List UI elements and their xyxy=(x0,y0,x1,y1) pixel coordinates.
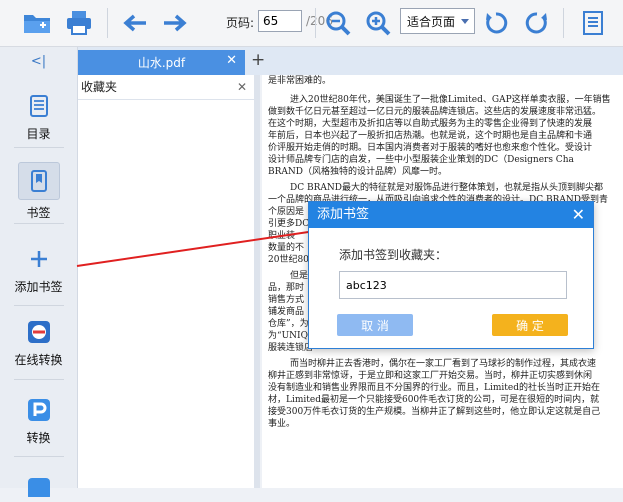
dialog-title: 添加书签 xyxy=(317,207,370,222)
zoom-mode-value: 适合页面 xyxy=(407,14,456,29)
sidebar-item-online-convert[interactable]: 在线转换 xyxy=(0,317,77,368)
page-label: 页码: xyxy=(226,16,255,30)
sidebar-item-bookmarks[interactable]: 书签 xyxy=(0,162,77,221)
document-line: 而当时柳井正去香港时，偶尔在一家工厂看到了马球衫的制作过程，其成衣速 xyxy=(290,359,597,369)
rotate-right-icon[interactable] xyxy=(522,8,552,38)
dialog-prompt: 添加书签到收藏夹： xyxy=(339,248,448,262)
favorites-header: 收藏夹 ✕ xyxy=(78,75,254,100)
left-sidebar: <| 目录 书签 添加书签 在线转换 转换 xyxy=(0,47,78,497)
back-arrow-icon[interactable] xyxy=(118,8,152,38)
document-line: 引更多DC xyxy=(268,219,310,229)
document-line: 仓库”，为 xyxy=(268,319,309,329)
sidebar-item-label: 转换 xyxy=(26,431,51,445)
toolbar-separator xyxy=(315,8,316,38)
document-line: 材，Limited最初是一个只能接受600件毛衣订货的公司，可是在很短的时间内，… xyxy=(268,395,600,405)
document-line: 进入20世纪80年代，美国诞生了一批像Limited、GAP这样单卖衣服，一年销… xyxy=(290,95,611,105)
document-line: 事业。 xyxy=(268,419,296,429)
sidebar-divider xyxy=(14,305,64,306)
convert-icon xyxy=(21,395,57,425)
open-folder-icon[interactable] xyxy=(20,8,54,38)
toolbar-separator xyxy=(563,8,564,38)
print-icon[interactable] xyxy=(62,8,96,38)
app-icon xyxy=(21,472,57,502)
document-line: 销售方式 xyxy=(268,295,305,305)
document-line: 在这个时期，大型超市及折扣店等以自助式服务为主的零售企业得到了快速的发展 xyxy=(268,119,593,129)
document-line: 做到数千亿日元甚至超过一亿日元的服装品牌连锁店。这些店的发展速度非常迅猛。 xyxy=(268,107,602,117)
ok-button[interactable]: 确 定 xyxy=(492,314,568,336)
add-bookmark-dialog: 添加书签 ✕ 添加书签到收藏夹： 取 消 确 定 xyxy=(308,201,594,349)
zoom-mode-select[interactable]: 适合页面 xyxy=(400,8,475,34)
sidebar-item-more[interactable] xyxy=(0,472,77,502)
document-line: 品，那时 xyxy=(268,283,305,293)
document-line: 职业装 xyxy=(268,231,296,241)
document-line: 铺发商品 xyxy=(268,307,305,317)
tab-bar: 山水.pdf ✕ + xyxy=(78,47,623,75)
bookmark-icon xyxy=(17,162,60,200)
document-view-icon[interactable] xyxy=(578,8,608,38)
document-line: 数量的不 xyxy=(268,243,305,253)
online-convert-icon xyxy=(21,317,57,347)
sidebar-divider xyxy=(14,147,64,148)
new-tab-button[interactable]: + xyxy=(251,50,265,70)
close-panel-icon[interactable]: ✕ xyxy=(237,75,247,99)
sidebar-item-label: 目录 xyxy=(26,127,51,141)
sidebar-item-add-bookmark[interactable]: 添加书签 xyxy=(0,244,77,295)
toolbar-separator xyxy=(107,8,108,38)
document-line: 个原因是 xyxy=(268,207,305,217)
sidebar-divider xyxy=(14,379,64,380)
zoom-out-icon[interactable] xyxy=(322,8,354,38)
tab-document[interactable]: 山水.pdf ✕ xyxy=(78,50,245,75)
toc-icon xyxy=(21,91,57,121)
page-number-input[interactable] xyxy=(258,10,302,32)
sidebar-item-label: 添加书签 xyxy=(14,280,63,294)
favorites-title: 收藏夹 xyxy=(81,80,118,94)
forward-arrow-icon[interactable] xyxy=(158,8,192,38)
document-line: BRAND（风格独特的设计品牌）风靡一时。 xyxy=(268,167,447,177)
sidebar-item-convert[interactable]: 转换 xyxy=(0,395,77,446)
zoom-in-icon[interactable] xyxy=(362,8,394,38)
chevron-down-icon xyxy=(461,19,469,24)
document-line: 价评服开始走俏的时期。日本国内消费者对于服装的嗜好也愈来愈个性化。受设计 xyxy=(268,143,593,153)
document-line: 是非常困难的。 xyxy=(268,76,332,86)
sidebar-item-label: 书签 xyxy=(26,206,51,220)
toolbar: 页码: /206 适合页面 xyxy=(0,0,623,47)
document-line: 没有制造业和销售业界限而且不分国界的行业。而且，Limited的社长当时正开始在 xyxy=(268,383,600,393)
rotate-left-icon[interactable] xyxy=(481,8,511,38)
close-icon[interactable]: ✕ xyxy=(572,202,585,228)
dialog-titlebar: 添加书签 ✕ xyxy=(309,202,593,228)
cancel-button[interactable]: 取 消 xyxy=(337,314,413,336)
tab-label: 山水.pdf xyxy=(137,56,186,70)
document-line: 设计师品牌专门店的启发，一些中小型服装企业策划的DC（Designers Cha xyxy=(268,155,574,165)
document-line: DC BRAND最大的特征就是对服饰品进行整体策划，也就是指从头顶到脚尖都 xyxy=(290,183,603,193)
document-line: 柳井正感到非常惊讶，于是立即和这家工厂开始交易。当时，柳井正切实感到休闲 xyxy=(268,371,593,381)
close-tab-icon[interactable]: ✕ xyxy=(226,53,237,68)
collapse-sidebar-button[interactable]: <| xyxy=(0,47,77,75)
document-line: 20世纪80 xyxy=(268,255,309,265)
document-line: 接受300万件毛衣订货的生产规模。当柳井正了解到这些时，他立即认定这就是自己 xyxy=(268,407,601,417)
favorites-panel: 收藏夹 ✕ xyxy=(78,75,260,488)
sidebar-item-label: 在线转换 xyxy=(14,353,63,367)
panel-splitter[interactable] xyxy=(254,75,260,488)
document-line: 年前后，日本也兴起了一股折扣店热潮。也就是说，这个时期也是自主品牌和卡通 xyxy=(268,131,593,141)
bookmark-name-input[interactable] xyxy=(339,271,567,299)
sidebar-item-toc[interactable]: 目录 xyxy=(0,91,77,142)
sidebar-divider xyxy=(14,456,64,457)
sidebar-divider xyxy=(14,223,64,224)
plus-icon xyxy=(21,244,57,274)
document-line: 服装连锁店 xyxy=(268,343,314,353)
